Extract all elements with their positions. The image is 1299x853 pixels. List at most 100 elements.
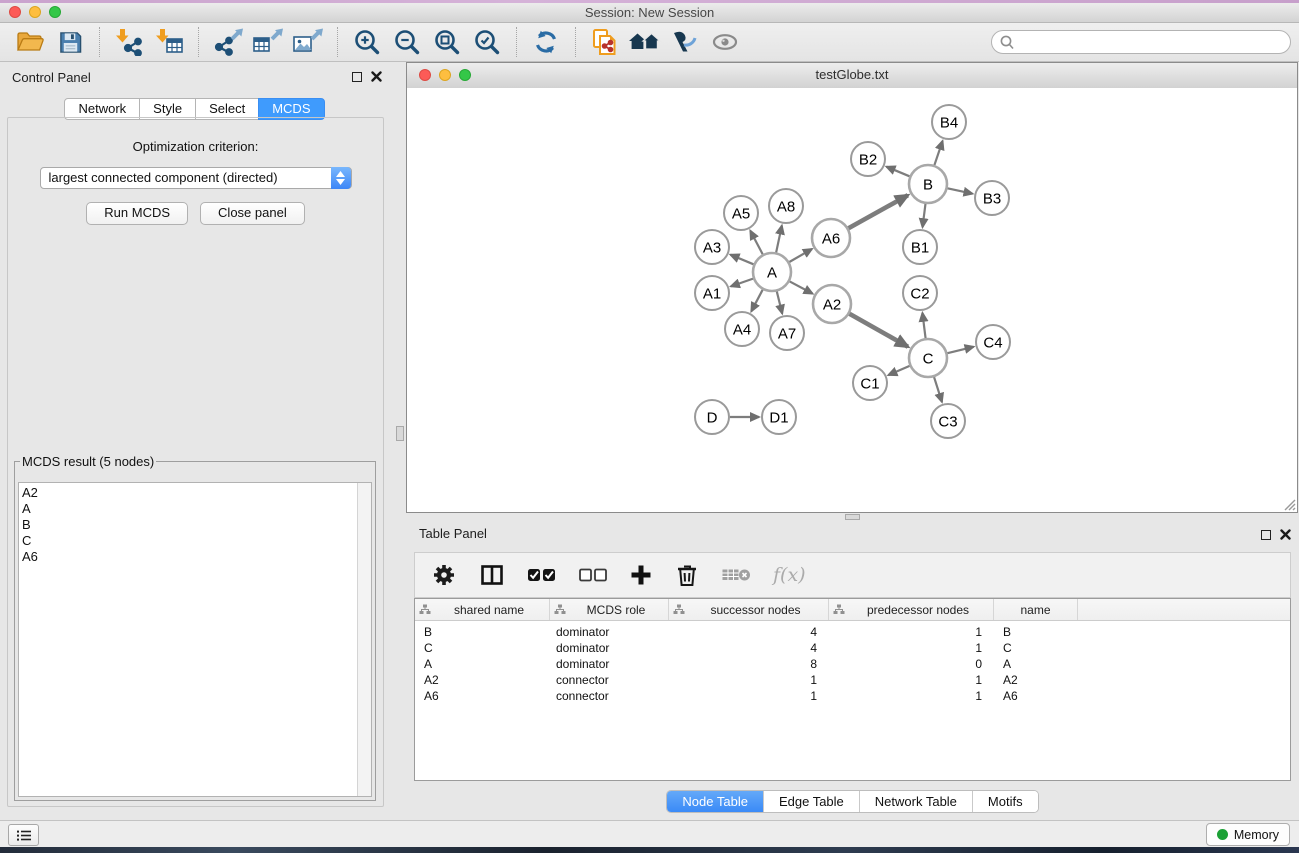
export-network-icon[interactable] [210, 25, 246, 59]
table-cell[interactable]: 1 [669, 673, 829, 687]
result-item[interactable]: B [19, 517, 371, 533]
column-header-predecessor-nodes[interactable]: predecessor nodes [829, 599, 994, 620]
graph-edge-A-A3[interactable] [730, 255, 753, 265]
task-history-button[interactable] [8, 824, 39, 846]
table-cell[interactable]: 1 [829, 689, 994, 703]
column-layout-icon[interactable] [479, 562, 505, 588]
close-panel-icon[interactable] [371, 71, 382, 82]
graph-node-A1[interactable]: A1 [695, 276, 729, 310]
minimize-window-button[interactable] [29, 6, 41, 18]
import-table-icon[interactable] [151, 25, 187, 59]
refresh-icon[interactable] [528, 25, 564, 59]
search-field[interactable] [991, 30, 1291, 54]
network-graph[interactable]: AA1A2A3A4A5A6A7A8BB1B2B3B4CC1C2C3C4DD1 [407, 88, 1297, 512]
table-cell[interactable]: 8 [669, 657, 829, 671]
export-table-icon[interactable] [250, 25, 286, 59]
table-cell[interactable]: A6 [415, 689, 550, 703]
close-panel-button[interactable]: Close panel [200, 202, 305, 225]
graph-node-C3[interactable]: C3 [931, 404, 965, 438]
graph-edge-A-A5[interactable] [750, 231, 762, 255]
table-cell[interactable]: A [994, 657, 1078, 671]
column-header-successor-nodes[interactable]: successor nodes [669, 599, 829, 620]
table-row[interactable]: A6connector11A6 [415, 688, 1290, 704]
deselect-all-checkboxes-icon[interactable] [579, 567, 607, 583]
graph-edge-A-A6[interactable] [789, 249, 812, 262]
graph-node-C4[interactable]: C4 [976, 325, 1010, 359]
double-home-icon[interactable] [627, 25, 663, 59]
table-cell[interactable]: A [415, 657, 550, 671]
delete-column-trash-icon[interactable] [675, 562, 699, 588]
graph-edge-A-A8[interactable] [776, 226, 782, 253]
graph-node-C2[interactable]: C2 [903, 276, 937, 310]
mcds-result-list[interactable]: A2ABCA6 [18, 482, 372, 797]
float-panel-icon[interactable] [1261, 530, 1271, 540]
network-canvas[interactable]: AA1A2A3A4A5A6A7A8BB1B2B3B4CC1C2C3C4DD1 [407, 88, 1297, 512]
zoom-window-button[interactable] [49, 6, 61, 18]
result-item[interactable]: A [19, 501, 371, 517]
graph-node-A2[interactable]: A2 [813, 285, 851, 323]
add-column-icon[interactable] [629, 563, 653, 587]
table-cell[interactable]: 0 [829, 657, 994, 671]
result-item[interactable]: C [19, 533, 371, 549]
run-mcds-button[interactable]: Run MCDS [86, 202, 188, 225]
graph-edge-B-B2[interactable] [886, 167, 909, 177]
result-item[interactable]: A6 [19, 549, 371, 565]
zoom-fit-icon[interactable] [429, 25, 465, 59]
search-input[interactable] [1018, 32, 1282, 54]
graph-edge-C-C2[interactable] [922, 313, 925, 338]
close-window-button[interactable] [419, 69, 431, 81]
graph-edge-C-C4[interactable] [947, 347, 973, 353]
table-row[interactable]: Bdominator41B [415, 624, 1290, 640]
zoom-window-button[interactable] [459, 69, 471, 81]
graph-node-B1[interactable]: B1 [903, 230, 937, 264]
graph-node-A5[interactable]: A5 [724, 196, 758, 230]
column-header-shared-name[interactable]: shared name [415, 599, 550, 620]
table-cell[interactable]: B [994, 625, 1078, 639]
graph-node-D1[interactable]: D1 [762, 400, 796, 434]
settings-gear-icon[interactable] [431, 562, 457, 588]
graph-edge-A-A2[interactable] [790, 281, 813, 293]
network-window-titlebar[interactable]: testGlobe.txt [407, 63, 1297, 89]
table-cell[interactable]: B [415, 625, 550, 639]
table-cell[interactable]: A2 [415, 673, 550, 687]
result-item[interactable]: A2 [19, 483, 371, 501]
graph-edge-C-C1[interactable] [888, 366, 909, 375]
document-network-icon[interactable] [587, 25, 623, 59]
graph-node-B3[interactable]: B3 [975, 181, 1009, 215]
graph-node-A3[interactable]: A3 [695, 230, 729, 264]
tab-network-table[interactable]: Network Table [859, 791, 972, 812]
table-cell[interactable]: 1 [829, 673, 994, 687]
select-all-checkboxes-icon[interactable] [527, 566, 557, 584]
graph-node-B4[interactable]: B4 [932, 105, 966, 139]
graph-node-C[interactable]: C [909, 339, 947, 377]
graph-edge-A2-C[interactable] [849, 314, 908, 347]
export-image-icon[interactable] [290, 25, 326, 59]
column-header-mcds-role[interactable]: MCDS role [550, 599, 669, 620]
tab-motifs[interactable]: Motifs [972, 791, 1038, 812]
table-row[interactable]: Cdominator41C [415, 640, 1290, 656]
table-cell[interactable]: 4 [669, 625, 829, 639]
graph-node-B[interactable]: B [909, 165, 947, 203]
table-row[interactable]: A2connector11A2 [415, 672, 1290, 688]
float-panel-icon[interactable] [352, 72, 362, 82]
graph-node-A6[interactable]: A6 [812, 219, 850, 257]
graph-edge-B-B1[interactable] [923, 204, 926, 227]
close-panel-icon[interactable] [1280, 529, 1291, 540]
eye-icon[interactable] [707, 25, 743, 59]
column-header-name[interactable]: name [994, 599, 1078, 620]
minimize-window-button[interactable] [439, 69, 451, 81]
graph-node-B2[interactable]: B2 [851, 142, 885, 176]
table-cell[interactable]: C [994, 641, 1078, 655]
tab-node-table[interactable]: Node Table [667, 791, 763, 812]
table-row[interactable]: Adominator80A [415, 656, 1290, 672]
memory-button[interactable]: Memory [1206, 823, 1290, 846]
table-cell[interactable]: 1 [829, 625, 994, 639]
table-cell[interactable]: dominator [550, 657, 669, 671]
import-network-icon[interactable] [111, 25, 147, 59]
zoom-selected-icon[interactable] [469, 25, 505, 59]
graph-edge-C-C3[interactable] [934, 377, 942, 402]
eye-slash-icon[interactable] [667, 25, 703, 59]
graph-node-A4[interactable]: A4 [725, 312, 759, 346]
graph-node-A7[interactable]: A7 [770, 316, 804, 350]
table-cell[interactable]: connector [550, 689, 669, 703]
